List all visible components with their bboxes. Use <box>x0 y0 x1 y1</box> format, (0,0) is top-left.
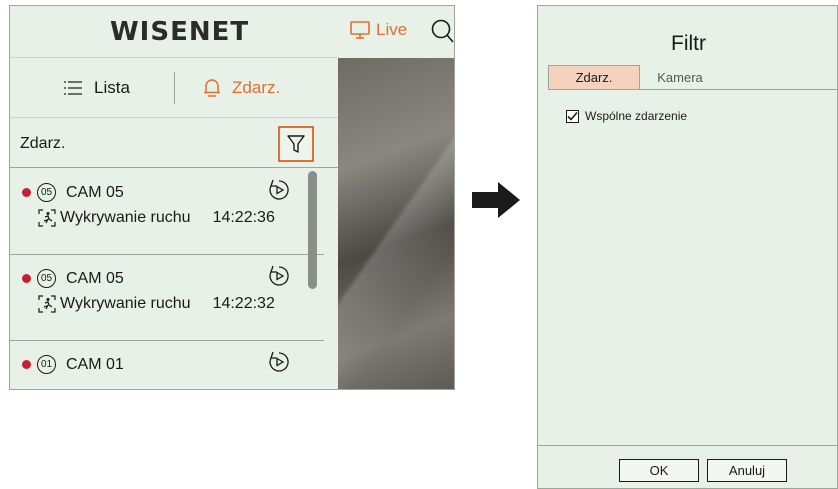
event-type: Wykrywanie ruchu <box>60 209 191 226</box>
tab-camera[interactable]: Kamera <box>646 65 714 89</box>
list-item[interactable]: 05 CAM 05 Wykrywanie ruchu 14:22:32 <box>10 255 324 341</box>
camera-name: CAM 05 <box>66 183 124 201</box>
checkbox-check-icon <box>567 111 578 121</box>
logo-bar: WISENET <box>10 6 338 58</box>
search-tab[interactable] <box>430 18 454 49</box>
tab-list-label: Lista <box>94 78 130 97</box>
video-frame-shading <box>338 58 454 389</box>
filter-button[interactable] <box>278 126 314 162</box>
tab-events-label: Zdarz. <box>232 78 281 97</box>
view-tabs: Lista Zdarz. <box>10 58 338 118</box>
play-icon[interactable] <box>268 351 290 373</box>
dialog-tabs: Zdarz. Kamera <box>548 65 838 90</box>
record-indicator <box>22 188 31 197</box>
filter-dialog: Filtr Zdarz. Kamera Wspólne zdarzenie OK… <box>537 5 838 489</box>
section-title: Zdarz. <box>20 135 66 152</box>
event-list: 05 CAM 05 Wykrywanie ruchu 14:22:36 05 C… <box>10 169 338 389</box>
live-tab-label: Live <box>376 20 408 39</box>
camera-name: CAM 01 <box>66 355 124 373</box>
tab-events[interactable]: Zdarz. <box>548 65 640 89</box>
ok-button[interactable]: OK <box>619 459 699 482</box>
tab-events[interactable]: Zdarz. <box>202 78 280 98</box>
left-panel: WISENET Live Lista Zdarz. Zdarz. 05 CAM … <box>9 5 455 390</box>
monitor-icon <box>350 21 370 39</box>
camera-number-badge: 05 <box>37 183 56 202</box>
tab-list[interactable]: Lista <box>64 78 130 98</box>
dialog-footer-divider <box>538 445 838 446</box>
tab-divider <box>174 72 175 104</box>
common-event-checkbox-row[interactable]: Wspólne zdarzenie <box>566 109 687 123</box>
camera-video-view[interactable] <box>338 58 454 389</box>
record-indicator <box>22 274 31 283</box>
play-icon[interactable] <box>268 265 290 287</box>
event-section-header: Zdarz. <box>10 118 338 168</box>
list-item[interactable]: 05 CAM 05 Wykrywanie ruchu 14:22:36 <box>10 169 324 255</box>
record-indicator <box>22 360 31 369</box>
camera-number-badge: 01 <box>37 355 56 374</box>
camera-number-badge: 05 <box>37 269 56 288</box>
list-item[interactable]: 01 CAM 01 <box>10 341 324 389</box>
event-detail-row: Wykrywanie ruchu 14:22:32 <box>38 295 275 313</box>
event-camera-row: 05 CAM 05 <box>22 269 124 288</box>
motion-icon <box>38 295 56 313</box>
common-event-checkbox[interactable] <box>566 109 579 123</box>
event-camera-row: 01 CAM 01 <box>22 355 124 374</box>
event-time: 14:22:32 <box>212 295 275 312</box>
motion-icon <box>38 209 56 227</box>
event-detail-row: Wykrywanie ruchu 14:22:36 <box>38 209 275 227</box>
event-type: Wykrywanie ruchu <box>60 295 191 312</box>
arrow-right-icon <box>472 182 520 218</box>
filter-icon <box>287 135 305 153</box>
camera-name: CAM 05 <box>66 269 124 287</box>
event-list-scrollbar[interactable] <box>308 171 317 289</box>
wisenet-logo: WISENET <box>110 17 250 47</box>
search-icon <box>431 19 454 43</box>
dialog-title: Filtr <box>671 32 706 55</box>
bell-icon <box>204 79 220 97</box>
cancel-button[interactable]: Anuluj <box>707 459 787 482</box>
event-camera-row: 05 CAM 05 <box>22 183 124 202</box>
common-event-label: Wspólne zdarzenie <box>585 109 688 123</box>
play-icon[interactable] <box>268 179 290 201</box>
live-tab[interactable]: Live <box>350 20 407 40</box>
event-time: 14:22:36 <box>212 209 275 226</box>
list-icon <box>64 81 82 95</box>
